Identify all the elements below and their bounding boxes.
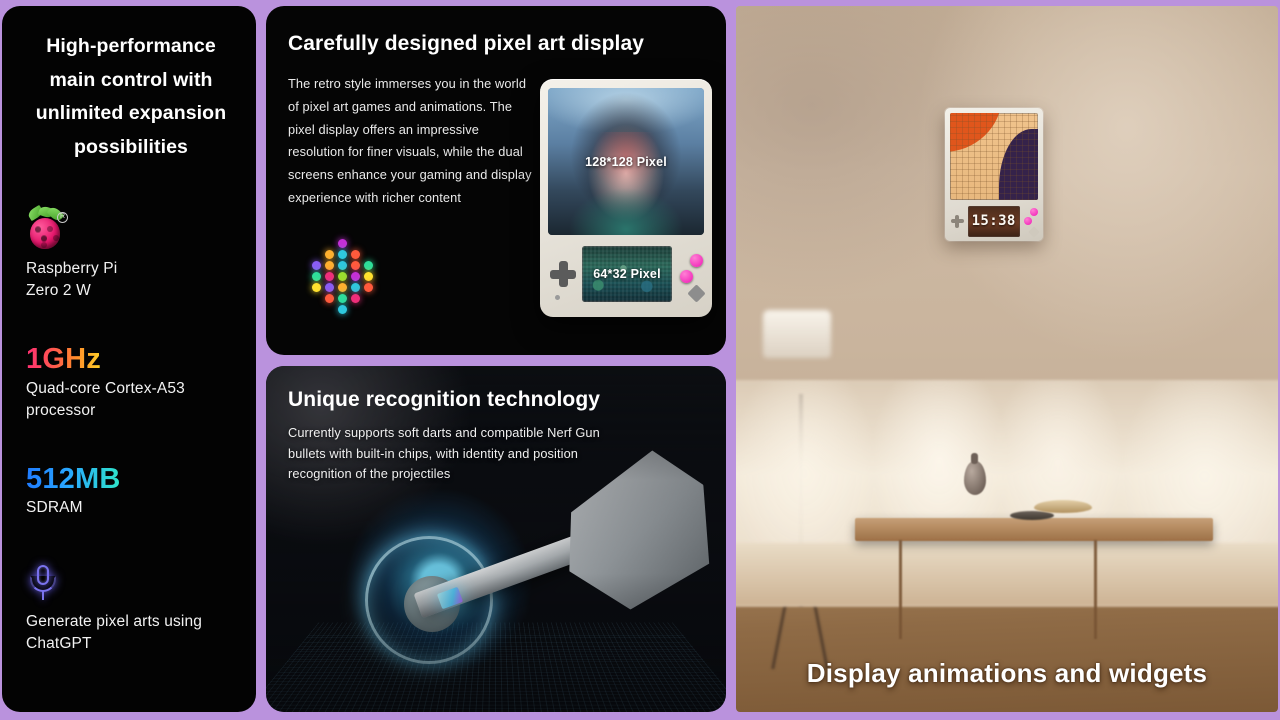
- spec-icon-slot: [26, 561, 236, 603]
- pixel-art-body: The retro style immerses you in the worl…: [288, 76, 532, 205]
- table-bowl: [1034, 500, 1093, 514]
- wooden-floor: [736, 585, 1278, 712]
- action-button-a: [1029, 207, 1038, 216]
- led-dot: [350, 283, 360, 292]
- led-dot: [324, 261, 334, 270]
- handheld-device-image: 128*128 Pixel 64*32 Pixel: [540, 79, 712, 317]
- table-vase: [963, 453, 986, 496]
- dpad-icon: [950, 214, 964, 228]
- led-dot: [337, 294, 347, 303]
- living-room-photo: 15:38 Display animations and widgets: [736, 6, 1278, 712]
- spec-item-voice: Generate pixel arts using ChatGPT: [26, 561, 236, 655]
- wall-device-lower-section: 15:38: [950, 204, 1040, 238]
- recognition-panel: Unique recognition technology Currently …: [266, 366, 726, 712]
- led-dot: [350, 272, 360, 281]
- led-dot: [324, 250, 334, 259]
- wall-device-art-screen: [949, 113, 1038, 201]
- led-dot: [324, 283, 334, 292]
- mic-stem-shape: [41, 591, 45, 600]
- spec-label: Raspberry Pi Zero 2 W: [26, 260, 118, 300]
- spec-item-memory: 512MB SDRAM: [26, 462, 236, 519]
- wall-mounted-display-device: 15:38: [944, 108, 1043, 242]
- action-button-b: [1023, 216, 1032, 225]
- device-top-screen: 128*128 Pixel: [548, 88, 704, 235]
- wall-device-buttons: [1023, 206, 1040, 238]
- action-button-a: [690, 254, 703, 267]
- led-dot: [324, 294, 334, 303]
- feature-board: High-performance main control with unlim…: [0, 0, 1280, 720]
- device-lower-section: 64*32 Pixel: [548, 243, 706, 305]
- led-dot: [337, 272, 347, 281]
- pixel-art-panel: Carefully designed pixel art display The…: [266, 6, 726, 355]
- device-bottom-screen: 64*32 Pixel: [582, 246, 672, 302]
- berry-shape: [30, 218, 60, 250]
- wall-device-clock-screen: 15:38: [967, 205, 1020, 237]
- action-button-b: [680, 270, 693, 283]
- specs-heading: High-performance main control with unlim…: [35, 35, 227, 158]
- led-dot: [363, 261, 373, 270]
- led-dot-matrix-logo-icon: [300, 239, 384, 314]
- spec-item-cpu: 1GHz Quad-core Cortex-A53 processor: [26, 344, 236, 421]
- led-dot: [350, 250, 360, 259]
- room-column: 15:38 Display animations and widgets: [736, 6, 1278, 712]
- diamond-button-icon: [687, 284, 706, 303]
- middle-column: Carefully designed pixel art display The…: [266, 6, 726, 712]
- coffee-table-leg: [898, 539, 902, 639]
- spec-label: Quad-core Cortex-A53 processor: [26, 379, 185, 419]
- specs-column: High-performance main control with unlim…: [2, 6, 256, 712]
- led-dot: [350, 294, 360, 303]
- spec-icon-slot: R: [26, 204, 236, 250]
- pixel-grid-overlay: [949, 113, 1038, 201]
- mic-arc-shape: [30, 576, 56, 592]
- led-dot: [350, 261, 360, 270]
- led-dot: [337, 283, 347, 292]
- room-caption: Display animations and widgets: [806, 658, 1208, 689]
- floor-lamp-shade: [763, 309, 832, 358]
- top-screen-resolution-label: 128*128 Pixel: [585, 154, 667, 169]
- led-dot: [324, 272, 334, 281]
- led-dot: [337, 250, 347, 259]
- led-dot: [311, 272, 321, 281]
- spec-label: Generate pixel arts using ChatGPT: [26, 613, 203, 652]
- led-dot: [311, 261, 321, 270]
- led-dot: [337, 239, 347, 248]
- pixel-art-title: Carefully designed pixel art display: [288, 32, 645, 55]
- dpad-icon: [550, 261, 576, 287]
- spec-value-cpu: 1GHz: [26, 343, 101, 376]
- bottom-screen-resolution-label: 64*32 Pixel: [593, 267, 661, 281]
- recognition-body: Currently supports soft darts and compat…: [288, 425, 600, 482]
- spec-value-memory: 512MB: [26, 462, 121, 495]
- specs-panel: High-performance main control with unlim…: [2, 6, 256, 712]
- microphone-icon: [26, 563, 60, 603]
- recognition-text-block: Unique recognition technology Currently …: [288, 388, 704, 485]
- led-dot: [363, 283, 373, 292]
- clock-time: 15:38: [971, 213, 1016, 230]
- led-dot: [337, 261, 347, 270]
- specs-list: R Raspberry Pi Zero 2 W 1GHz Quad-core C…: [26, 204, 236, 655]
- spec-label: SDRAM: [26, 499, 83, 516]
- led-dot: [337, 305, 347, 314]
- registered-trademark-icon: R: [57, 212, 68, 224]
- spec-item-raspberry-pi: R Raspberry Pi Zero 2 W: [26, 204, 236, 302]
- diamond-button-icon: [1027, 226, 1040, 238]
- led-dot: [311, 283, 321, 292]
- coffee-table-leg: [1093, 539, 1097, 639]
- coffee-table-top: [855, 517, 1213, 542]
- device-indicator-dot: [555, 295, 560, 300]
- recognition-title: Unique recognition technology: [288, 388, 601, 411]
- raspberry-pi-logo-icon: R: [26, 204, 68, 250]
- device-buttons: [678, 246, 706, 303]
- led-dot: [363, 272, 373, 281]
